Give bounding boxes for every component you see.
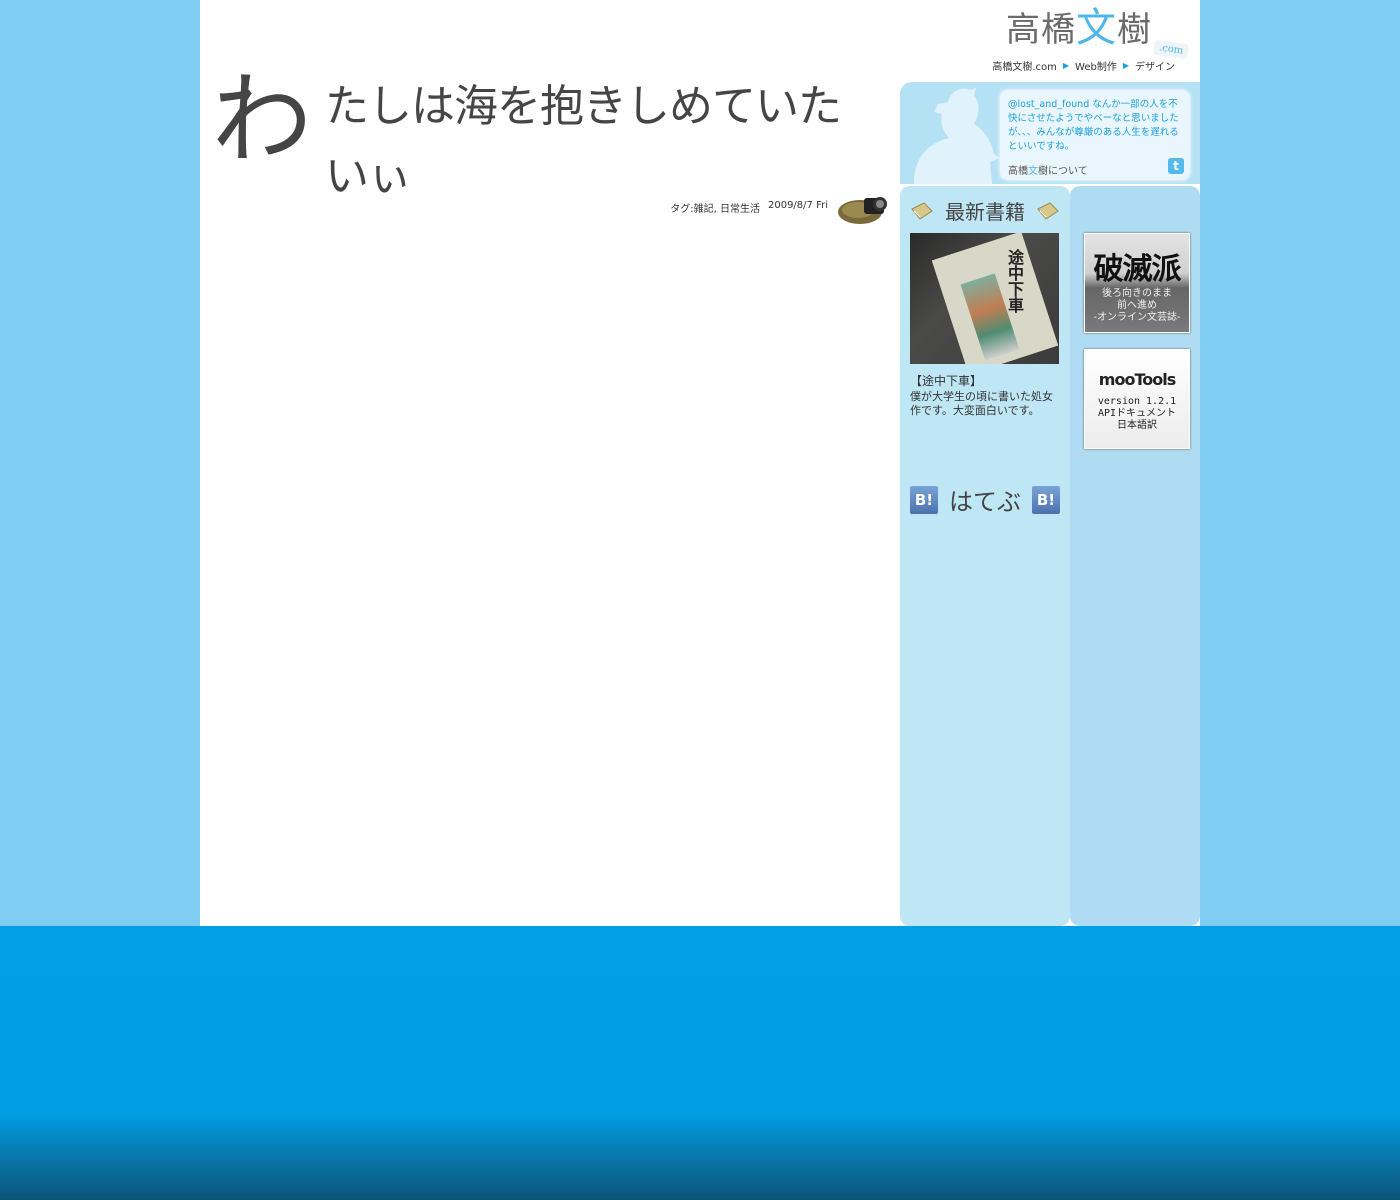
author-silhouette — [914, 88, 1000, 184]
twitter-widget: @lost_and_found なんか一部の人を不快にさせたようでやベーなと思い… — [900, 82, 1200, 184]
logo-tag: .com — [1152, 39, 1189, 60]
book-description: 僕が大学生の頃に書いた処女作です。大変面白いです。 — [910, 390, 1053, 417]
hametsuha-line-1: 後ろ向きのまま — [1102, 288, 1172, 299]
mootools-logo: mooTools — [1098, 370, 1176, 389]
cover-title: 途中下車 — [1005, 249, 1024, 313]
about-suffix: 樹について — [1038, 166, 1088, 177]
twitter-icon[interactable]: t — [1168, 158, 1184, 174]
nav-link-home[interactable]: 高橋文樹.com — [992, 58, 1057, 73]
book-name-link[interactable]: 【途中下車】 — [910, 372, 982, 389]
sidebar-left: 最新書籍 途中下車 【途中下車】 僕が大学生の頃に書いた処女作です。大変面白いで… — [900, 186, 1070, 926]
logo-text-accent: 文 — [1076, 5, 1117, 51]
tags: タグ:雑記, 日常生活 — [670, 200, 760, 215]
arrow-right-icon: ▶ — [1062, 61, 1070, 70]
site-logo[interactable]: 高橋文樹 — [1006, 8, 1152, 48]
latest-books-header: 最新書籍 — [910, 196, 1060, 225]
hametsuha-subtitle: 後ろ向きのまま 前へ進め -オンライン文芸誌- — [1085, 288, 1189, 324]
hatebu-title: はてぶ — [949, 488, 1021, 516]
nav-link-design[interactable]: デザイン — [1135, 58, 1175, 73]
mootools-banner[interactable]: mooTools version 1.2.1 APIドキュメント 日本語訳 — [1084, 349, 1190, 449]
mootools-line-1: version 1.2.1 — [1097, 396, 1177, 407]
mootools-subtitle: version 1.2.1 APIドキュメント 日本語訳 — [1085, 396, 1189, 432]
hametsuha-line-2: 前へ進め — [1117, 300, 1157, 311]
about-prefix: 高橋 — [1008, 166, 1028, 177]
hametsuha-banner[interactable]: 破滅派 後ろ向きのまま 前へ進め -オンライン文芸誌- — [1084, 233, 1190, 333]
logo-text-left: 高橋 — [1006, 10, 1076, 50]
latest-books-title: 最新書籍 — [945, 200, 1025, 224]
sidebar-right: 破滅派 後ろ向きのまま 前へ進め -オンライン文芸誌- mooTools ver… — [1070, 186, 1200, 926]
mootools-line-2: APIドキュメント — [1097, 408, 1177, 419]
book-icon — [911, 201, 933, 220]
hametsuha-line-3: -オンライン文芸誌- — [1093, 312, 1181, 323]
tweet-text-container: @lost_and_found なんか一部の人を不快にさせたようでやベーなと思い… — [1008, 98, 1184, 154]
title-first-char: わ — [212, 61, 312, 178]
nav-link-web[interactable]: Web制作 — [1075, 58, 1117, 73]
post-date: 2009/8/7 Fri — [767, 200, 828, 211]
hatena-bookmark-icon: B! — [910, 485, 938, 514]
book-icon — [1037, 201, 1059, 220]
tweet-handle[interactable]: @lost_and_found — [1008, 99, 1089, 110]
tags-label: タグ: — [670, 204, 694, 215]
header-nav: 高橋文樹.com ▶ Web制作 ▶ デザイン — [992, 58, 1175, 73]
about-accent: 文 — [1028, 166, 1038, 177]
camera-icon — [838, 197, 887, 224]
hatena-bookmark-icon: B! — [1032, 485, 1060, 514]
page-container: 高橋文樹 .com 高橋文樹.com ▶ Web制作 ▶ デザイン わ たしは海… — [200, 0, 1200, 926]
arrow-right-icon: ▶ — [1122, 61, 1129, 70]
sea-background — [0, 926, 1400, 1200]
logo-text-right: 樹 — [1117, 10, 1152, 50]
about-author-link[interactable]: 高橋文樹について — [1008, 162, 1088, 177]
book-cover-image[interactable]: 途中下車 — [910, 233, 1059, 364]
post-meta: タグ:雑記, 日常生活 2009/8/7 Fri — [670, 200, 828, 215]
hametsuha-title: 破滅派 — [1093, 252, 1182, 287]
mootools-line-3: 日本語訳 — [1117, 420, 1157, 431]
tweet-bubble: @lost_and_found なんか一部の人を不快にさせたようでやベーなと思い… — [1000, 90, 1190, 180]
hatebu-link[interactable]: B! はてぶ B! — [910, 482, 1060, 517]
post-title: たしは海を抱きしめていたいぃ — [325, 81, 842, 202]
tags-value[interactable]: 雑記, 日常生活 — [694, 204, 760, 215]
